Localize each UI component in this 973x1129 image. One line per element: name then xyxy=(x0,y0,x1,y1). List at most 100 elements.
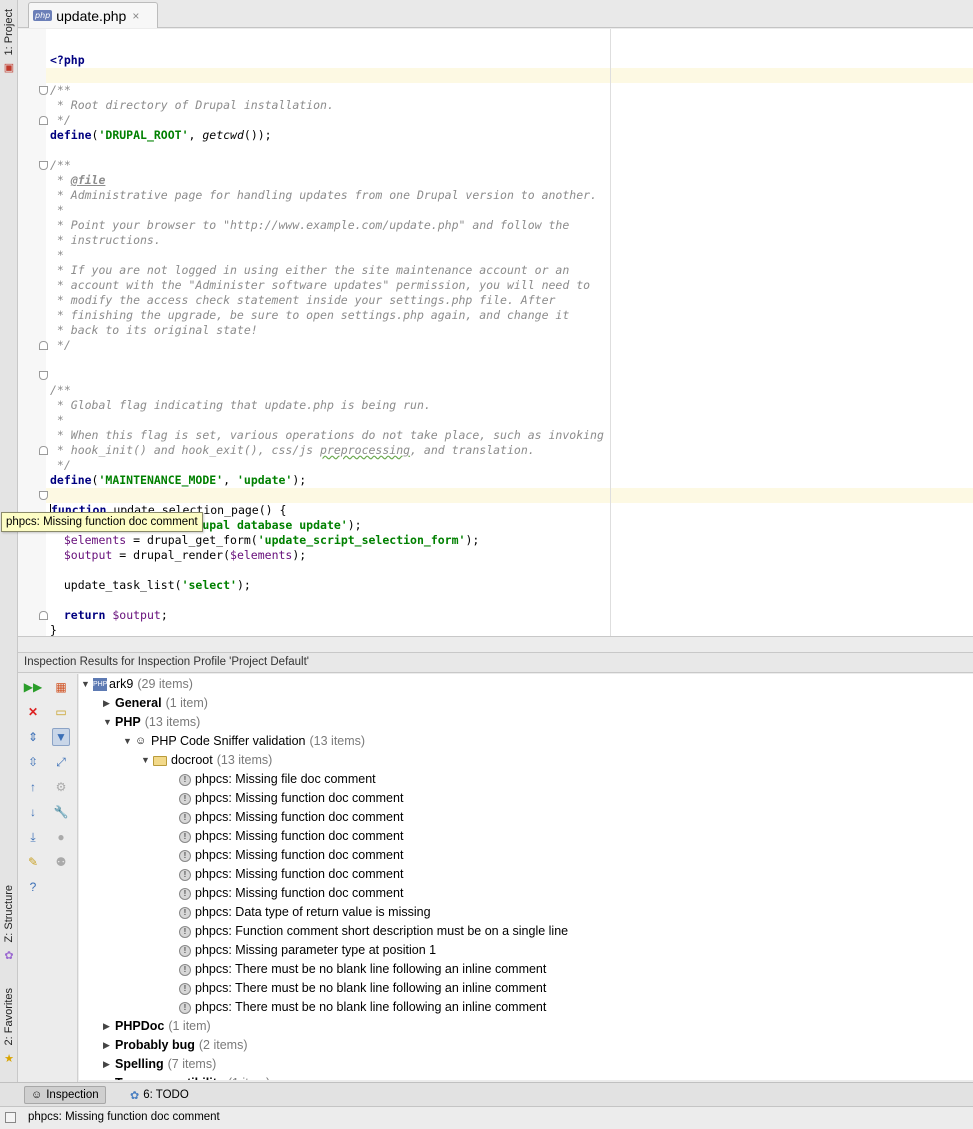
tab-todo[interactable]: ✿ 6: TODO xyxy=(124,1086,195,1104)
inspection-results-tree[interactable]: ▼ PHP ark9 (29 items) ▶ General (1 item) ▼ PHP (1… xyxy=(79,674,973,1080)
collapse-all-icon[interactable]: ⇳ xyxy=(24,753,42,771)
code-line[interactable]: /** xyxy=(50,383,71,398)
code-line[interactable]: } xyxy=(50,623,57,636)
fold-toggle-icon[interactable] xyxy=(39,86,48,95)
expand-all-icon[interactable]: ⇕ xyxy=(24,728,42,746)
code-line[interactable]: * hook_init() and hook_exit(), css/js pr… xyxy=(50,443,535,458)
code-line[interactable]: * Root directory of Drupal installation. xyxy=(50,98,334,113)
collapsed-triangle-icon[interactable]: ▶ xyxy=(103,1055,115,1074)
tab-inspection[interactable]: ☺ Inspection xyxy=(24,1086,106,1104)
close-tab-icon[interactable]: × xyxy=(132,9,139,23)
fold-toggle-icon[interactable] xyxy=(39,161,48,170)
code-line[interactable]: $output = drupal_render($elements); xyxy=(50,548,306,563)
collapsed-triangle-icon[interactable]: ▶ xyxy=(103,1036,115,1055)
code-line[interactable]: update_task_list('select'); xyxy=(50,578,251,593)
code-token: 'update' xyxy=(236,473,293,487)
problem-row[interactable]: ! phpcs: There must be no blank line foll… xyxy=(179,960,546,979)
filter-icon[interactable]: ▼ xyxy=(52,728,70,746)
close-panel-icon[interactable]: ✕ xyxy=(24,703,42,721)
code-line[interactable]: */ xyxy=(50,458,71,473)
fold-toggle-icon[interactable] xyxy=(39,116,48,125)
code-token: getcwd xyxy=(202,128,244,142)
collapsed-triangle-icon[interactable]: ▶ xyxy=(103,1074,115,1080)
problem-row[interactable]: ! phpcs: There must be no blank line foll… xyxy=(179,979,546,998)
status-toggle-icon[interactable] xyxy=(5,1112,16,1123)
code-line[interactable]: /** xyxy=(50,158,71,173)
code-line[interactable]: * modify the access check statement insi… xyxy=(50,293,556,308)
export-icon[interactable]: ⤓ xyxy=(24,828,42,846)
code-line[interactable]: define('DRUPAL_ROOT', getcwd()); xyxy=(50,128,272,143)
group-by-severity-icon[interactable]: ▦ xyxy=(52,678,70,696)
expanded-triangle-icon[interactable]: ▼ xyxy=(103,713,115,732)
edit-settings-icon[interactable]: ✎ xyxy=(24,853,42,871)
help-icon[interactable]: ? xyxy=(24,878,42,896)
tree-group-row[interactable]: ▶Type compatibility (1 item) xyxy=(103,1074,270,1080)
autoscroll-icon[interactable]: ⤢ xyxy=(52,753,70,771)
code-line[interactable]: define('MAINTENANCE_MODE', 'update'); xyxy=(50,473,306,488)
fold-toggle-icon[interactable] xyxy=(39,611,48,620)
problem-row[interactable]: ! phpcs: There must be no blank line foll… xyxy=(179,998,546,1017)
favorites-tool-tab[interactable]: 2: Favorites xyxy=(0,985,18,1049)
structure-tool-tab[interactable]: Z: Structure xyxy=(0,880,18,948)
problem-row[interactable]: ! phpcs: Missing function doc comment xyxy=(179,789,403,808)
project-tool-tab[interactable]: 1: Project xyxy=(0,8,18,56)
code-token: update_task_list( xyxy=(50,578,182,592)
problem-row[interactable]: ! phpcs: Function comment short descripti… xyxy=(179,922,568,941)
code-line[interactable]: * xyxy=(50,203,64,218)
expanded-triangle-icon[interactable]: ▼ xyxy=(141,751,153,770)
expanded-triangle-icon[interactable]: ▼ xyxy=(81,675,93,694)
group-by-directory-icon[interactable]: ▭ xyxy=(52,703,70,721)
tree-group-row[interactable]: ▶ Probably bug (2 items) xyxy=(103,1036,248,1055)
code-editor[interactable]: <?php /** * Root directory of Drupal inst… xyxy=(18,29,973,637)
fold-toggle-icon[interactable] xyxy=(39,446,48,455)
problem-row[interactable]: ! phpcs: Missing function doc comment xyxy=(179,808,403,827)
problem-row[interactable]: ! phpcs: Missing function doc comment xyxy=(179,846,403,865)
code-line[interactable]: * xyxy=(50,248,64,263)
next-problem-icon[interactable]: ↓ xyxy=(24,803,42,821)
suppress-icon: ⚉ xyxy=(55,855,67,869)
problem-row[interactable]: ! phpcs: Data type of return value is mis… xyxy=(179,903,431,922)
code-line[interactable]: /** xyxy=(50,83,71,98)
tree-group-row[interactable]: ▼ PHP (13 items) xyxy=(103,713,200,732)
fold-toggle-icon[interactable] xyxy=(39,491,48,500)
settings-wrench-icon[interactable]: 🔧 xyxy=(52,803,70,821)
code-line[interactable]: * instructions. xyxy=(50,233,161,248)
code-line[interactable]: * If you are not logged in using either … xyxy=(50,263,569,278)
previous-problem-icon[interactable]: ↑ xyxy=(24,778,42,796)
code-line[interactable]: * @file xyxy=(50,173,105,188)
code-line[interactable]: */ xyxy=(50,338,71,353)
tree-label: Type compatibility xyxy=(115,1074,224,1080)
code-line[interactable]: $elements = drupal_get_form('update_scri… xyxy=(50,533,479,548)
warning-icon: ! xyxy=(179,1001,191,1014)
code-line[interactable]: * Global flag indicating that update.php… xyxy=(50,398,431,413)
code-line[interactable]: * finishing the upgrade, be sure to open… xyxy=(50,308,569,323)
problem-row[interactable]: ! phpcs: Missing function doc comment xyxy=(179,884,403,903)
tree-group-row[interactable]: ▶ Spelling (7 items) xyxy=(103,1055,216,1074)
tree-group-row[interactable]: ▼ ☺ PHP Code Sniffer validation (13 items) xyxy=(123,732,365,751)
tree-group-row[interactable]: ▶ PHPDoc (1 item) xyxy=(103,1017,211,1036)
fold-toggle-icon[interactable] xyxy=(39,371,48,380)
tree-group-row[interactable]: ▼ docroot (13 items) xyxy=(141,751,272,770)
code-line[interactable]: * back to its original state! xyxy=(50,323,258,338)
code-line[interactable]: * account with the "Administer software … xyxy=(50,278,590,293)
code-line[interactable]: return $output; xyxy=(50,608,168,623)
expanded-triangle-icon[interactable]: ▼ xyxy=(123,732,135,751)
rerun-inspection-icon[interactable]: ▶▶ xyxy=(24,678,42,696)
code-line[interactable]: * Point your browser to "http://www.exam… xyxy=(50,218,569,233)
collapsed-triangle-icon[interactable]: ▶ xyxy=(103,1017,115,1036)
tree-group-row[interactable]: ▶ General (1 item) xyxy=(103,694,208,713)
collapsed-triangle-icon[interactable]: ▶ xyxy=(103,694,115,713)
fold-toggle-icon[interactable] xyxy=(39,341,48,350)
problem-row[interactable]: ! phpcs: Missing parameter type at positi… xyxy=(179,941,436,960)
code-line[interactable]: * When this flag is set, various operati… xyxy=(50,428,604,443)
editor-tab-update-php[interactable]: php update.php × xyxy=(28,2,158,28)
problem-row[interactable]: ! phpcs: Missing function doc comment xyxy=(179,827,403,846)
code-line[interactable]: <?php xyxy=(50,53,85,68)
problem-row[interactable]: ! phpcs: Missing file doc comment xyxy=(179,770,376,789)
code-line[interactable]: * Administrative page for handling updat… xyxy=(50,188,597,203)
code-line[interactable]: * xyxy=(50,413,64,428)
problem-row[interactable]: ! phpcs: Missing function doc comment xyxy=(179,865,403,884)
tree-group-row[interactable]: ▼ PHP ark9 (29 items) xyxy=(81,675,193,694)
code-line[interactable]: */ xyxy=(50,113,71,128)
